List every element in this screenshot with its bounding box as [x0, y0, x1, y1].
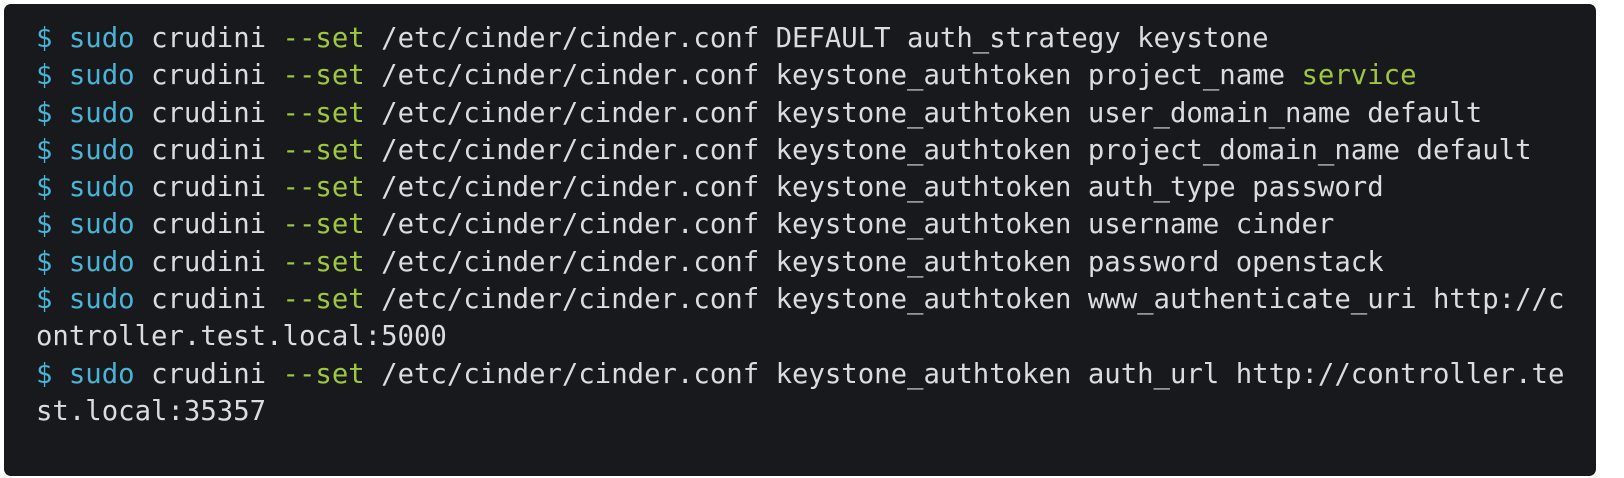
command-args: /etc/cinder/cinder.conf keystone_authtok…	[381, 358, 1565, 390]
command-tool: crudini	[151, 134, 267, 166]
command-args: /etc/cinder/cinder.conf keystone_authtok…	[381, 134, 1532, 166]
sudo-keyword: sudo	[68, 246, 135, 278]
command-tool: crudini	[151, 246, 267, 278]
command-line: $ sudo crudini --set /etc/cinder/cinder.…	[36, 356, 1596, 393]
continuation-text: ontroller.test.local:5000	[36, 321, 447, 353]
prompt-symbol: $	[36, 97, 53, 129]
prompt-symbol: $	[36, 172, 53, 204]
sudo-keyword: sudo	[68, 172, 135, 204]
command-args: /etc/cinder/cinder.conf keystone_authtok…	[381, 246, 1384, 278]
wrapped-continuation-line: st.local:35357	[36, 393, 1596, 430]
prompt-symbol: $	[36, 284, 53, 316]
set-flag: --set	[282, 97, 365, 129]
set-flag: --set	[282, 209, 365, 241]
set-flag: --set	[282, 284, 365, 316]
command-line: $ sudo crudini --set /etc/cinder/cinder.…	[36, 57, 1596, 94]
wrapped-continuation-line: ontroller.test.local:5000	[36, 318, 1596, 355]
highlighted-value: service	[1301, 60, 1417, 92]
command-tool: crudini	[151, 60, 267, 92]
continuation-text: st.local:35357	[36, 395, 267, 427]
sudo-keyword: sudo	[68, 97, 135, 129]
command-args: /etc/cinder/cinder.conf keystone_authtok…	[381, 284, 1565, 316]
command-args: /etc/cinder/cinder.conf DEFAULT auth_str…	[381, 23, 1269, 54]
command-line: $ sudo crudini --set /etc/cinder/cinder.…	[36, 206, 1596, 243]
command-tool: crudini	[151, 358, 267, 390]
prompt-symbol: $	[36, 134, 53, 166]
set-flag: --set	[282, 172, 365, 204]
sudo-keyword: sudo	[68, 284, 135, 316]
command-tool: crudini	[151, 209, 267, 241]
sudo-keyword: sudo	[68, 60, 135, 92]
command-args: /etc/cinder/cinder.conf keystone_authtok…	[381, 209, 1335, 241]
set-flag: --set	[282, 358, 365, 390]
command-line: $ sudo crudini --set /etc/cinder/cinder.…	[36, 169, 1596, 206]
command-line: $ sudo crudini --set /etc/cinder/cinder.…	[36, 244, 1596, 281]
set-flag: --set	[282, 60, 365, 92]
set-flag: --set	[282, 23, 365, 54]
command-tool: crudini	[151, 284, 267, 316]
prompt-symbol: $	[36, 246, 53, 278]
sudo-keyword: sudo	[68, 23, 135, 54]
sudo-keyword: sudo	[68, 134, 135, 166]
prompt-symbol: $	[36, 209, 53, 241]
sudo-keyword: sudo	[68, 358, 135, 390]
command-tool: crudini	[151, 97, 267, 129]
prompt-symbol: $	[36, 358, 53, 390]
prompt-symbol: $	[36, 23, 53, 54]
set-flag: --set	[282, 134, 365, 166]
command-line: $ sudo crudini --set /etc/cinder/cinder.…	[36, 281, 1596, 318]
command-line: $ sudo crudini --set /etc/cinder/cinder.…	[36, 20, 1596, 57]
prompt-symbol: $	[36, 60, 53, 92]
set-flag: --set	[282, 246, 365, 278]
command-args: /etc/cinder/cinder.conf keystone_authtok…	[381, 97, 1483, 129]
terminal-code-block: $ sudo crudini --set /etc/cinder/cinder.…	[4, 4, 1596, 476]
command-line: $ sudo crudini --set /etc/cinder/cinder.…	[36, 132, 1596, 169]
command-args: /etc/cinder/cinder.conf keystone_authtok…	[381, 172, 1384, 204]
command-args: /etc/cinder/cinder.conf keystone_authtok…	[381, 60, 1302, 92]
sudo-keyword: sudo	[68, 209, 135, 241]
command-tool: crudini	[151, 23, 267, 54]
command-tool: crudini	[151, 172, 267, 204]
command-line: $ sudo crudini --set /etc/cinder/cinder.…	[36, 95, 1596, 132]
